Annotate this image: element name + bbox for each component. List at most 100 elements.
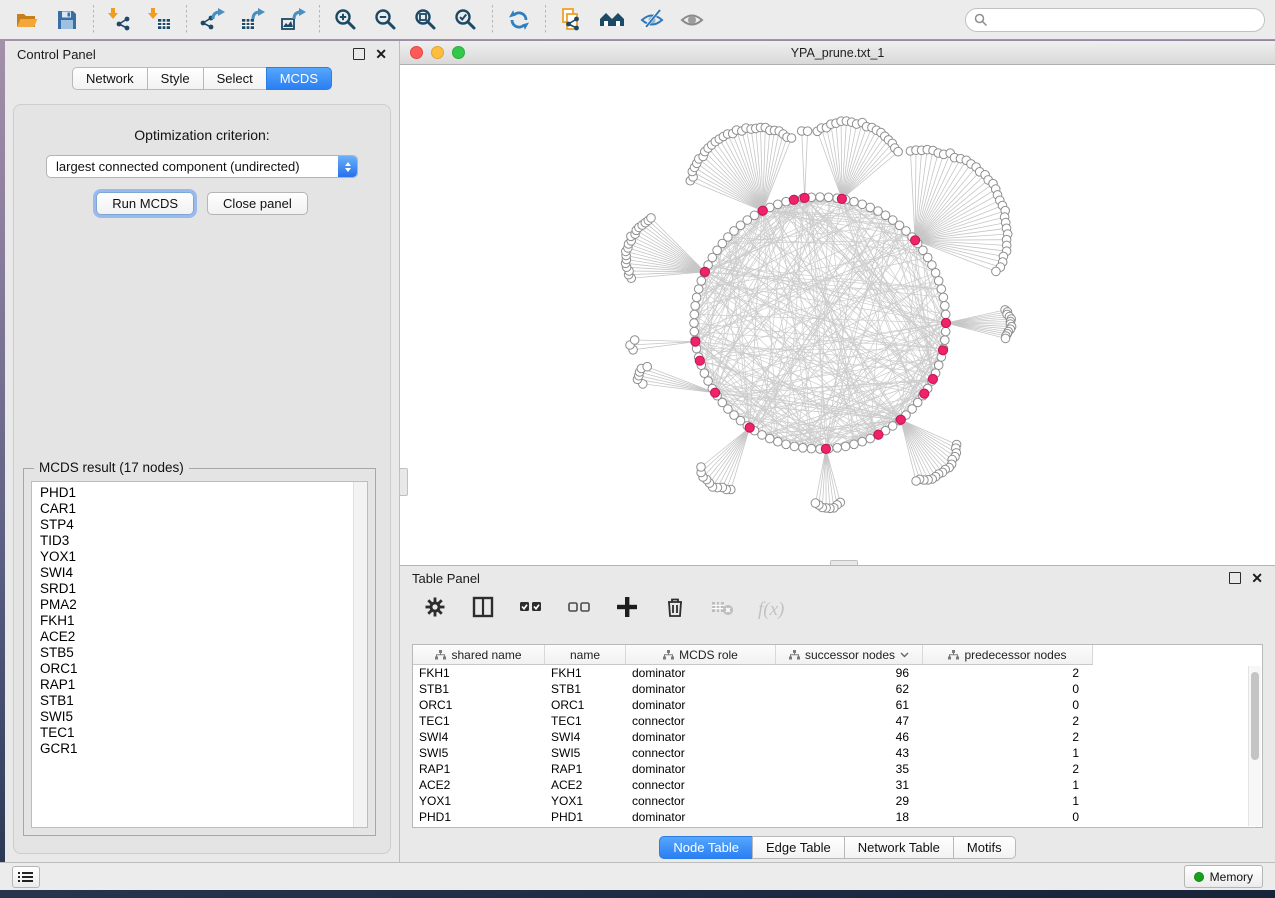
- table-cell[interactable]: dominator: [626, 697, 776, 713]
- table-row[interactable]: STB1STB1dominator620: [413, 681, 1262, 697]
- open-file-button[interactable]: [10, 4, 44, 36]
- result-item[interactable]: TID3: [40, 533, 353, 549]
- table-cell[interactable]: STB1: [545, 681, 626, 697]
- network-node[interactable]: [941, 336, 950, 345]
- network-node[interactable]: [939, 293, 948, 302]
- table-cell[interactable]: 35: [776, 761, 923, 777]
- result-item[interactable]: FKH1: [40, 613, 353, 629]
- mcds-node[interactable]: [896, 415, 905, 424]
- table-cell[interactable]: 96: [776, 665, 923, 681]
- result-item[interactable]: STB5: [40, 645, 353, 661]
- network-node[interactable]: [774, 200, 783, 209]
- table-cell[interactable]: 46: [776, 729, 923, 745]
- criterion-dropdown[interactable]: largest connected component (undirected): [46, 155, 358, 178]
- network-node[interactable]: [858, 200, 867, 209]
- table-cell[interactable]: SWI4: [413, 729, 545, 745]
- network-node[interactable]: [811, 499, 820, 508]
- tab-network[interactable]: Network: [72, 67, 148, 90]
- show-columns-button[interactable]: [470, 594, 496, 625]
- settings-button[interactable]: [422, 594, 448, 625]
- table-cell[interactable]: 2: [923, 665, 1093, 681]
- table-cell[interactable]: 1: [923, 793, 1093, 809]
- result-item[interactable]: RAP1: [40, 677, 353, 693]
- mcds-node[interactable]: [938, 346, 947, 355]
- table-cell[interactable]: dominator: [626, 665, 776, 681]
- add-button[interactable]: [614, 594, 640, 625]
- vertical-splitter-handle[interactable]: [399, 468, 408, 496]
- save-session-button[interactable]: [50, 4, 84, 36]
- table-cell[interactable]: dominator: [626, 729, 776, 745]
- result-item[interactable]: STP4: [40, 517, 353, 533]
- table-cell[interactable]: 2: [923, 729, 1093, 745]
- network-node[interactable]: [807, 444, 816, 453]
- network-node[interactable]: [697, 463, 706, 472]
- network-node[interactable]: [630, 336, 639, 345]
- column-header-MCDS-role[interactable]: MCDS role: [626, 645, 776, 665]
- mcds-node[interactable]: [758, 206, 767, 215]
- float-table-panel-icon[interactable]: [1229, 572, 1241, 584]
- table-cell[interactable]: 1: [923, 777, 1093, 793]
- result-item[interactable]: ORC1: [40, 661, 353, 677]
- network-node[interactable]: [774, 437, 783, 446]
- tab-edge-table[interactable]: Edge Table: [752, 836, 845, 859]
- table-row[interactable]: RAP1RAP1dominator352: [413, 761, 1262, 777]
- network-node[interactable]: [691, 302, 700, 311]
- table-cell[interactable]: ORC1: [545, 697, 626, 713]
- mcds-node[interactable]: [821, 444, 830, 453]
- mcds-node[interactable]: [911, 236, 920, 245]
- result-item[interactable]: PHD1: [40, 485, 353, 501]
- run-mcds-button[interactable]: Run MCDS: [96, 192, 194, 215]
- result-item[interactable]: STB1: [40, 693, 353, 709]
- table-cell[interactable]: 0: [923, 809, 1093, 825]
- table-cell[interactable]: SWI4: [545, 729, 626, 745]
- network-window-titlebar[interactable]: YPA_prune.txt_1: [400, 41, 1275, 65]
- export-network-button[interactable]: [196, 4, 230, 36]
- mcds-node[interactable]: [941, 318, 950, 327]
- show-graphics-details-button[interactable]: [675, 4, 709, 36]
- network-node[interactable]: [833, 444, 842, 453]
- tab-select[interactable]: Select: [203, 67, 267, 90]
- memory-button[interactable]: Memory: [1184, 865, 1263, 888]
- window-close-icon[interactable]: [410, 46, 423, 59]
- table-row[interactable]: YOX1YOX1connector291: [413, 793, 1262, 809]
- hide-graphics-details-button[interactable]: [635, 4, 669, 36]
- tab-motifs[interactable]: Motifs: [953, 836, 1016, 859]
- table-cell[interactable]: RAP1: [413, 761, 545, 777]
- mcds-node[interactable]: [745, 423, 754, 432]
- table-cell[interactable]: TEC1: [545, 713, 626, 729]
- column-header-shared-name[interactable]: shared name: [413, 645, 545, 665]
- result-item[interactable]: SWI5: [40, 709, 353, 725]
- result-item[interactable]: SRD1: [40, 581, 353, 597]
- mcds-node[interactable]: [874, 430, 883, 439]
- delete-button[interactable]: [662, 594, 688, 625]
- table-cell[interactable]: 62: [776, 681, 923, 697]
- table-cell[interactable]: RAP1: [545, 761, 626, 777]
- network-node[interactable]: [803, 127, 812, 136]
- result-item[interactable]: GCR1: [40, 741, 353, 757]
- tab-network-table[interactable]: Network Table: [844, 836, 954, 859]
- network-node[interactable]: [787, 134, 796, 143]
- table-row[interactable]: SWI4SWI4dominator462: [413, 729, 1262, 745]
- table-scrollbar[interactable]: [1248, 666, 1261, 826]
- table-cell[interactable]: 43: [776, 745, 923, 761]
- network-node[interactable]: [866, 203, 875, 212]
- tab-node-table[interactable]: Node Table: [659, 836, 753, 859]
- network-node[interactable]: [850, 197, 859, 206]
- network-node[interactable]: [782, 440, 791, 449]
- network-node[interactable]: [866, 434, 875, 443]
- network-node[interactable]: [816, 193, 825, 202]
- result-item[interactable]: YOX1: [40, 549, 353, 565]
- table-cell[interactable]: dominator: [626, 809, 776, 825]
- mcds-node[interactable]: [920, 389, 929, 398]
- tab-style[interactable]: Style: [147, 67, 204, 90]
- table-cell[interactable]: 2: [923, 761, 1093, 777]
- table-row[interactable]: FKH1FKH1dominator962: [413, 665, 1262, 681]
- column-header-name[interactable]: name: [545, 645, 626, 665]
- table-cell[interactable]: YOX1: [413, 793, 545, 809]
- network-node[interactable]: [690, 327, 699, 336]
- float-panel-icon[interactable]: [353, 48, 365, 60]
- table-cell[interactable]: 31: [776, 777, 923, 793]
- table-cell[interactable]: 2: [923, 713, 1093, 729]
- network-node[interactable]: [700, 369, 709, 378]
- select-all-button[interactable]: [518, 594, 544, 625]
